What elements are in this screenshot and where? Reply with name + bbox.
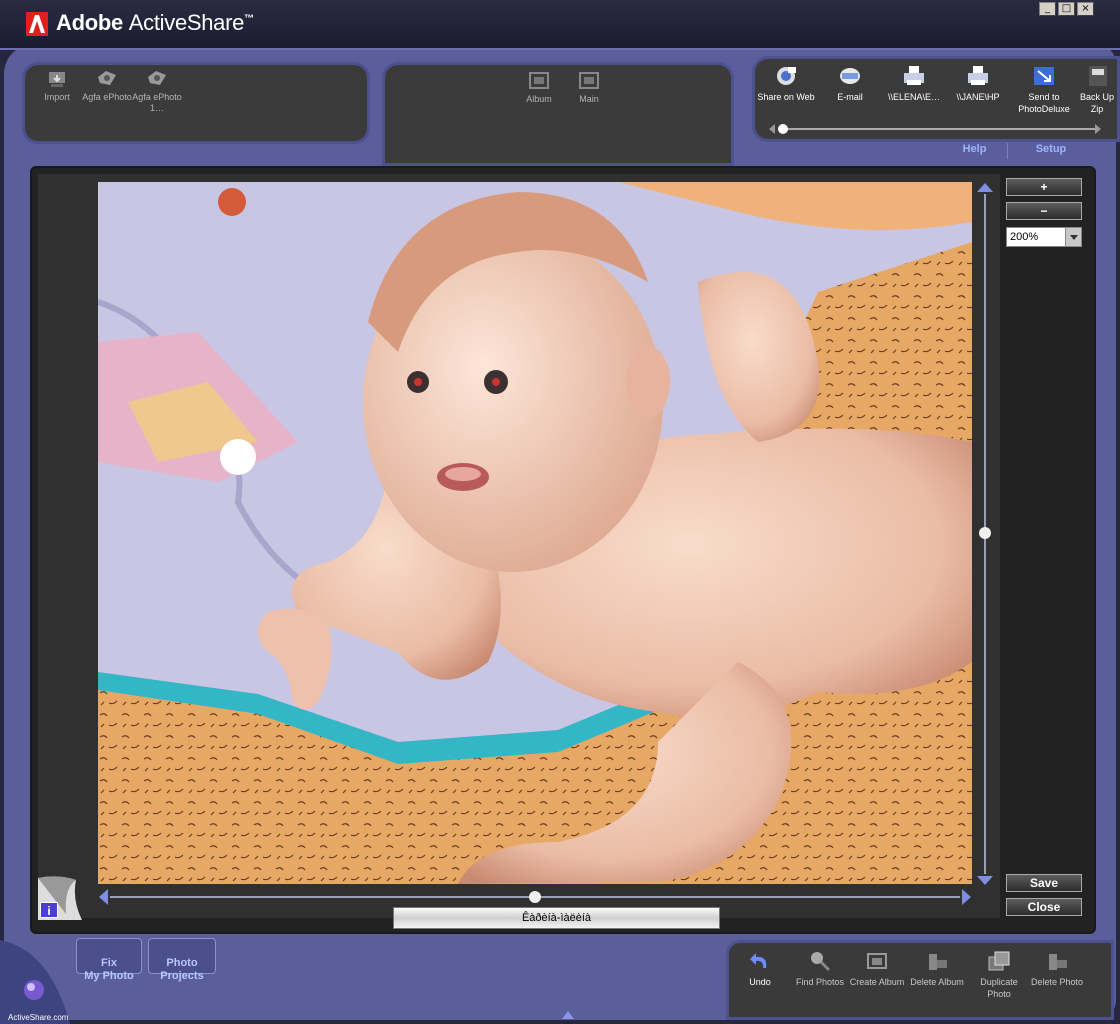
camera-icon [148,71,166,85]
agfa-ephoto-1-label: Agfa ePhoto 1… [132,92,182,113]
create-album-icon [867,953,887,969]
email-label: E-mail [837,92,863,102]
zoom-value: 200% [1010,231,1039,243]
delete-photo-icon [1049,954,1067,970]
main-button[interactable]: Main [559,71,619,105]
trademark: ™ [244,13,254,25]
send-to-photodeluxe-label: Send to PhotoDeluxe [1018,92,1070,114]
undo-button[interactable]: Undo [730,950,790,988]
duplicate-icon [988,951,1010,971]
brand-name: Adobe [56,10,123,35]
zip-icon [1089,66,1107,86]
email-icon [840,68,860,84]
email-button[interactable]: E-mail [817,65,883,103]
printer-jane-label: \\JANE\HP [956,92,1000,102]
agfa-ephoto-label: Agfa ePhoto [82,92,132,102]
product-name: ActiveShare [128,10,245,35]
photo-projects-label: Photo Projects [160,957,204,982]
delete-album-icon [929,954,947,970]
import-pod: Import Agfa ePhoto Agfa ePhoto 1… [22,62,370,144]
view-pod: Album Main [382,62,734,166]
delete-photo-button[interactable]: Delete Photo [1027,950,1087,988]
save-button[interactable]: Save [1006,874,1082,892]
create-album-label: Create Album [849,977,905,987]
activeshare-window: Adobe ActiveShare™ _ □ × Import Agfa ePh… [0,0,1120,1024]
close-button[interactable]: Close [1006,898,1082,916]
delete-album-label: Delete Album [910,977,964,987]
horizontal-scrollbar[interactable] [98,887,972,907]
adobe-logo-icon [26,12,48,36]
undo-icon [750,953,767,968]
photo [98,182,972,884]
info-icon[interactable]: i [40,902,58,918]
expand-arrow-icon[interactable] [561,1010,575,1020]
zoom-select[interactable]: 200% [1006,227,1082,247]
send-icon [1034,67,1054,85]
duplicate-photo-button[interactable]: Duplicate Photo [969,950,1029,1000]
delete-photo-label: Delete Photo [1030,977,1084,987]
album-icon [529,72,549,89]
window-controls: _ □ × [1039,2,1094,16]
info-label: i [47,904,51,918]
web-icon [777,67,796,85]
title-bar: Adobe ActiveShare™ _ □ × [0,0,1120,50]
camera-icon [98,71,116,85]
activeshare-url: ActiveShare.com [8,1013,69,1022]
photo-projects-tab[interactable]: Photo Projects [148,938,216,982]
activeshare-badge[interactable]: ActiveShare.com [0,940,78,1024]
main-label: Main [579,94,599,104]
printer-elena-label: \\ELENA\E… [887,92,941,102]
import-label: Import [44,92,70,102]
baby-photo-image [98,182,972,884]
close-window-button[interactable]: × [1077,2,1094,16]
share-on-web-label: Share on Web [757,92,815,102]
printer-icon [904,66,924,85]
find-photos-button[interactable]: Find Photos [790,950,850,988]
help-button[interactable]: Help [942,143,1008,159]
printer-jane-button[interactable]: \\JANE\HP [945,65,1011,103]
fix-my-photo-label: Fix My Photo [84,957,134,982]
agfa-ephoto-1-button[interactable]: Agfa ePhoto 1… [127,69,187,114]
back-up-zip-label: Back Up Zip [1079,92,1114,114]
vertical-scrollbar[interactable] [975,182,995,886]
import-icon [49,72,65,87]
fix-my-photo-tab[interactable]: Fix My Photo [76,938,142,982]
share-on-web-button[interactable]: Share on Web [753,65,819,103]
create-album-button[interactable]: Create Album [847,950,907,988]
send-to-photodeluxe-button[interactable]: Send to PhotoDeluxe [1011,65,1077,115]
zoom-out-button[interactable]: − [1006,202,1082,220]
undo-label: Undo [749,977,771,987]
printer-elena-button[interactable]: \\ELENA\E… [881,65,947,103]
main-icon [579,72,599,89]
duplicate-photo-label: Duplicate Photo [980,977,1018,999]
zoom-in-button[interactable]: + [1006,178,1082,196]
setup-button[interactable]: Setup [1018,143,1084,159]
chevron-down-icon [1065,228,1081,246]
app-title: Adobe ActiveShare™ [56,10,254,36]
delete-album-button[interactable]: Delete Album [907,950,967,988]
find-photos-label: Find Photos [795,977,845,987]
minimize-button[interactable]: _ [1039,2,1056,16]
album-label: Album [526,94,552,104]
photo-caption-field[interactable]: Êàðèíà-ìàëèíà [393,907,720,929]
find-icon [811,952,831,972]
maximize-button[interactable]: □ [1058,2,1075,16]
printer-icon [968,66,988,85]
back-up-zip-button[interactable]: Back Up Zip [1073,65,1120,115]
share-scrollbar[interactable] [765,121,1105,137]
share-pod: Share on Web E-mail \\ELENA\E… \\JANE\HP… [752,56,1120,142]
